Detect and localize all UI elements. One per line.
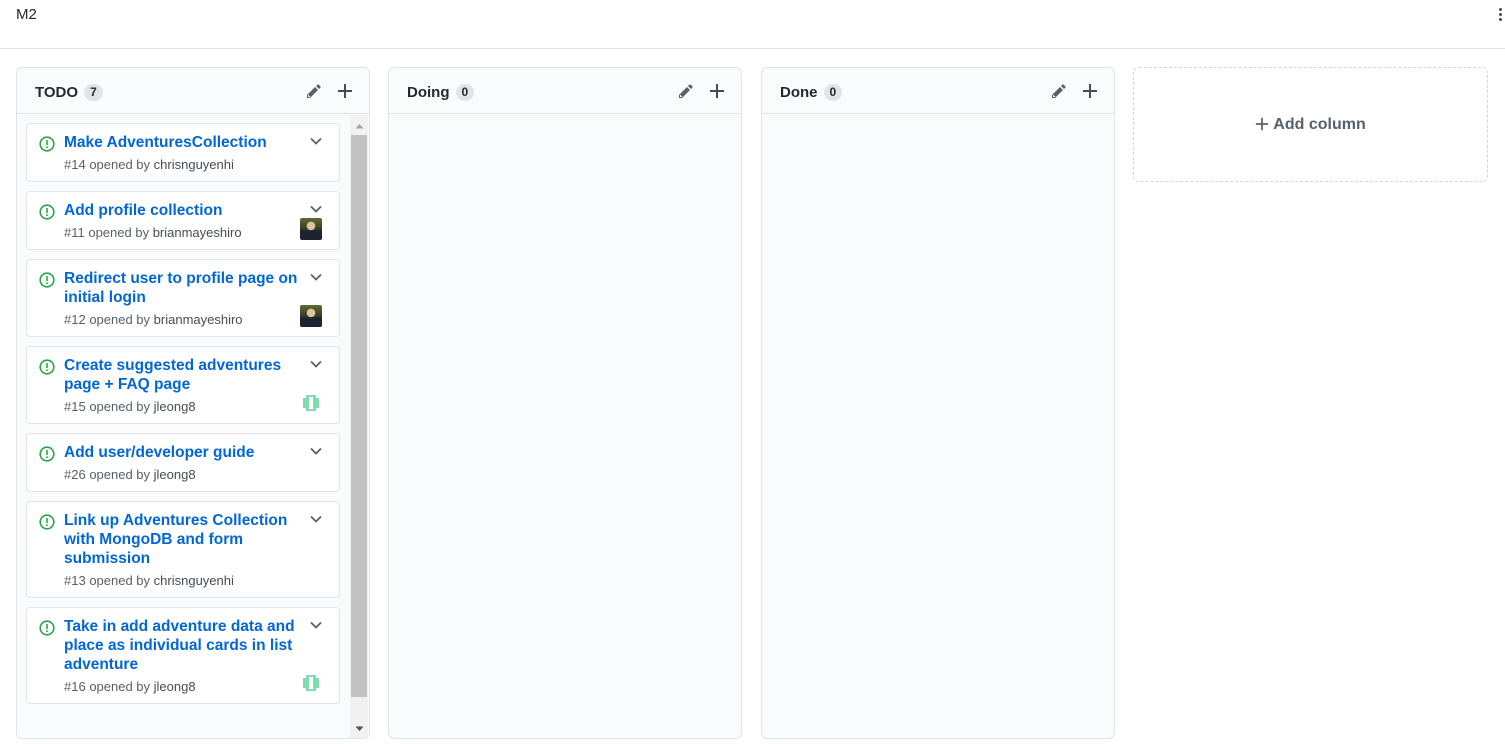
author-link[interactable]: chrisnguyenhi xyxy=(154,573,234,588)
issue-card[interactable]: Link up Adventures Collection with Mongo… xyxy=(26,501,340,598)
author-link[interactable]: brianmayeshiro xyxy=(154,312,243,327)
author-link[interactable]: jleong8 xyxy=(154,679,196,694)
card-title-link[interactable]: Make AdventuresCollection xyxy=(64,133,309,152)
column-name: Done xyxy=(780,84,818,101)
column-header: TODO 7 xyxy=(17,68,369,114)
chevron-down-icon[interactable] xyxy=(309,512,323,526)
author-link[interactable]: jleong8 xyxy=(154,399,196,414)
card-meta: #16 opened by jleong8 xyxy=(64,679,309,695)
card-meta: #13 opened by chrisnguyenhi xyxy=(64,573,309,589)
issue-number: #14 xyxy=(64,157,86,172)
chevron-down-icon[interactable] xyxy=(309,270,323,284)
column-name: TODO xyxy=(35,84,79,101)
pencil-icon[interactable] xyxy=(1050,81,1070,101)
author-link[interactable]: chrisnguyenhi xyxy=(154,157,234,172)
identicon-avatar[interactable] xyxy=(300,672,322,694)
column-count-badge: 0 xyxy=(455,84,475,101)
issue-card[interactable]: Make AdventuresCollection #14 opened by … xyxy=(26,123,340,182)
column-done: Done 0 xyxy=(761,67,1115,739)
issue-number: #11 xyxy=(64,225,85,240)
card-title-link[interactable]: Take in add adventure data and place as … xyxy=(64,617,309,674)
opened-by-label: opened by xyxy=(85,467,154,482)
plus-icon[interactable] xyxy=(707,81,727,101)
chevron-down-icon[interactable] xyxy=(309,134,323,148)
opened-by-label: opened by xyxy=(85,399,154,414)
card-meta: #11 opened by brianmayeshiro xyxy=(64,225,309,241)
plus-icon[interactable] xyxy=(335,81,355,101)
card-meta: #26 opened by jleong8 xyxy=(64,467,309,483)
issue-number: #26 xyxy=(64,467,86,482)
card-meta: #15 opened by jleong8 xyxy=(64,399,309,415)
card-title-link[interactable]: Redirect user to profile page on initial… xyxy=(64,269,309,307)
issue-card[interactable]: Add user/developer guide #26 opened by j… xyxy=(26,433,340,492)
issue-number: #13 xyxy=(64,573,86,588)
opened-by-label: opened by xyxy=(85,157,154,172)
issue-opened-icon xyxy=(39,359,55,375)
issue-opened-icon xyxy=(39,514,55,530)
scrollbar-thumb[interactable] xyxy=(351,135,367,697)
scroll-up-arrow-icon[interactable] xyxy=(350,117,368,134)
chevron-down-icon[interactable] xyxy=(309,357,323,371)
card-title-link[interactable]: Link up Adventures Collection with Mongo… xyxy=(64,511,309,568)
issue-card[interactable]: Take in add adventure data and place as … xyxy=(26,607,340,704)
project-header: M2 xyxy=(0,0,1505,49)
issue-card[interactable]: Add profile collection #11 opened by bri… xyxy=(26,191,340,250)
scrollbar[interactable] xyxy=(350,115,368,738)
pencil-icon[interactable] xyxy=(677,81,697,101)
identicon-avatar[interactable] xyxy=(300,392,322,414)
pencil-icon[interactable] xyxy=(305,81,325,101)
assignee-avatar[interactable] xyxy=(300,218,322,240)
issue-opened-icon xyxy=(39,136,55,152)
column-header: Doing 0 xyxy=(389,68,741,114)
issue-number: #15 xyxy=(64,399,86,414)
scroll-down-arrow-icon[interactable] xyxy=(350,720,368,737)
opened-by-label: opened by xyxy=(84,225,153,240)
card-meta: #14 opened by chrisnguyenhi xyxy=(64,157,309,173)
author-link[interactable]: jleong8 xyxy=(154,467,196,482)
card-list: Make AdventuresCollection #14 opened by … xyxy=(26,123,340,713)
column-header: Done 0 xyxy=(762,68,1114,114)
opened-by-label: opened by xyxy=(85,573,154,588)
issue-opened-icon xyxy=(39,272,55,288)
column-count-badge: 7 xyxy=(84,84,103,101)
chevron-down-icon[interactable] xyxy=(309,618,323,632)
issue-opened-icon xyxy=(39,446,55,462)
add-column-label: Add column xyxy=(1273,115,1366,133)
issue-opened-icon xyxy=(39,620,55,636)
card-title-link[interactable]: Add user/developer guide xyxy=(64,443,309,462)
plus-icon[interactable] xyxy=(1080,81,1100,101)
column-todo: TODO 7 Make AdventuresCollection #14 open… xyxy=(16,67,370,739)
chevron-down-icon[interactable] xyxy=(309,444,323,458)
column-doing: Doing 0 xyxy=(388,67,742,739)
issue-opened-icon xyxy=(39,204,55,220)
assignee-avatar[interactable] xyxy=(300,305,322,327)
card-title-link[interactable]: Add profile collection xyxy=(64,201,309,220)
project-title: M2 xyxy=(16,6,37,23)
card-title-link[interactable]: Create suggested adventures page + FAQ p… xyxy=(64,356,309,394)
column-name: Doing xyxy=(407,84,450,101)
issue-number: #16 xyxy=(64,679,86,694)
plus-icon xyxy=(1256,117,1269,130)
add-column-button[interactable]: Add column xyxy=(1133,67,1488,182)
card-meta: #12 opened by brianmayeshiro xyxy=(64,312,309,328)
issue-number: #12 xyxy=(64,312,86,327)
issue-card[interactable]: Redirect user to profile page on initial… xyxy=(26,259,340,337)
opened-by-label: opened by xyxy=(85,679,154,694)
kebab-icon[interactable] xyxy=(1499,8,1505,24)
column-count-badge: 0 xyxy=(823,84,843,101)
issue-card[interactable]: Create suggested adventures page + FAQ p… xyxy=(26,346,340,424)
author-link[interactable]: brianmayeshiro xyxy=(153,225,242,240)
chevron-down-icon[interactable] xyxy=(309,202,323,216)
opened-by-label: opened by xyxy=(85,312,154,327)
